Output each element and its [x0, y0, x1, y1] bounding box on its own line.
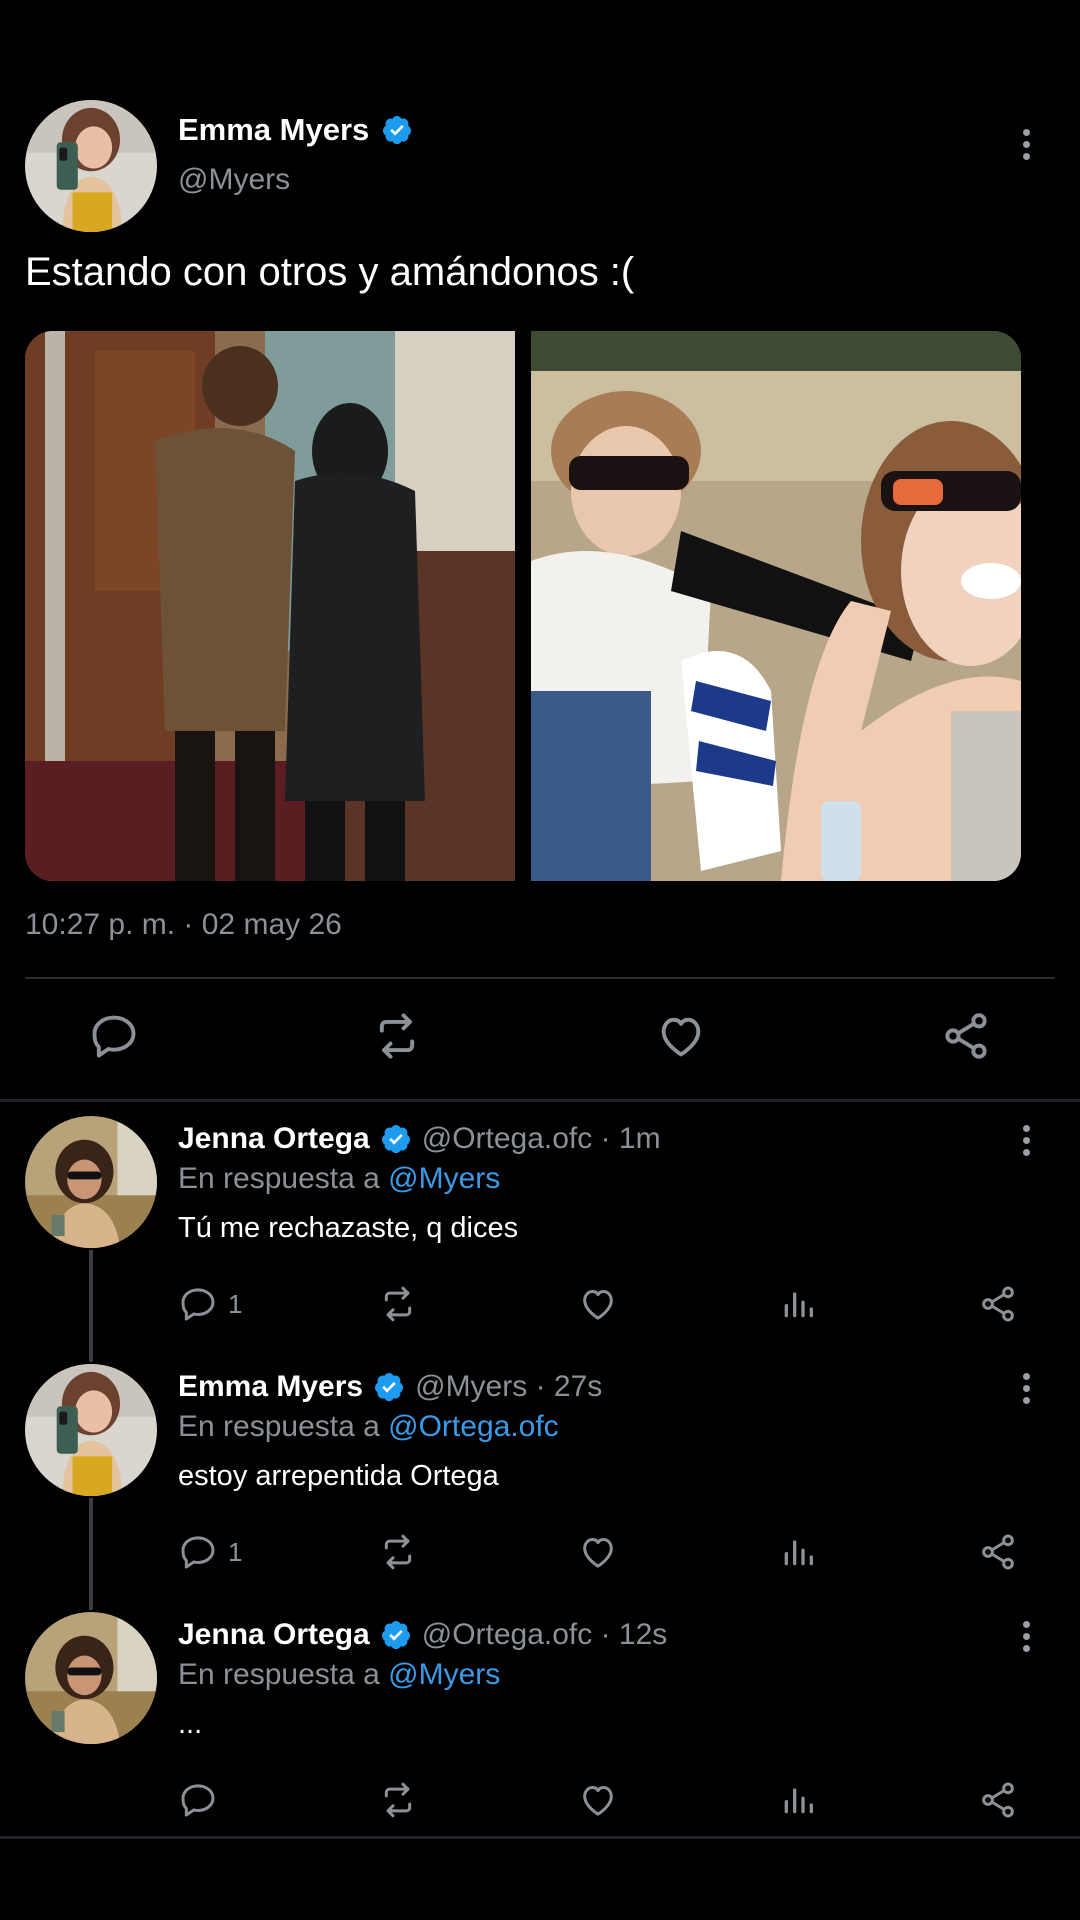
reply-meta: @Ortega.ofc · 1m: [421, 1122, 661, 1155]
views-icon: [778, 1780, 818, 1820]
reply-context: En respuesta a @Myers: [178, 1162, 500, 1196]
more-options-icon[interactable]: [1011, 1120, 1041, 1160]
tweet-text: Estando con otros y amándonos :(: [25, 250, 635, 294]
reply-button[interactable]: 1: [178, 1282, 242, 1326]
verified-badge-icon: [373, 1371, 405, 1403]
reply-meta: @Myers · 27s: [415, 1370, 603, 1403]
like-icon[interactable]: [655, 1010, 707, 1062]
reply-item[interactable]: Jenna Ortega @Ortega.ofc · 12s En respue…: [0, 1618, 1080, 1838]
avatar-selfie-icon: [25, 100, 157, 232]
share-button[interactable]: [978, 1778, 1018, 1822]
reply-header: Jenna Ortega @Ortega.ofc · 12s: [178, 1618, 667, 1652]
author-avatar[interactable]: [25, 100, 157, 232]
reply-author-name[interactable]: Jenna Ortega: [178, 1122, 370, 1156]
like-icon: [578, 1284, 618, 1324]
section-divider: [0, 1099, 1080, 1102]
verified-badge-icon: [381, 114, 413, 146]
reply-context: En respuesta a @Ortega.ofc: [178, 1410, 559, 1444]
reply-item[interactable]: Jenna Ortega @Ortega.ofc · 1m En respues…: [0, 1122, 1080, 1342]
more-options-icon[interactable]: [1011, 1616, 1041, 1656]
reply-action-bar: [0, 1778, 1080, 1824]
tweet-photo-1[interactable]: [25, 331, 515, 881]
reply-count: 1: [228, 1288, 243, 1319]
reply-context-prefix: En respuesta a: [178, 1410, 380, 1443]
more-options-icon[interactable]: [1011, 124, 1041, 164]
reply-meta: @Ortega.ofc · 12s: [421, 1618, 668, 1651]
reply-mention-link[interactable]: @Myers: [388, 1658, 500, 1691]
section-divider: [0, 1836, 1080, 1839]
divider: [25, 977, 1055, 979]
share-button[interactable]: [978, 1282, 1018, 1326]
views-icon: [778, 1532, 818, 1572]
views-button[interactable]: [778, 1530, 818, 1574]
more-options-icon[interactable]: [1011, 1368, 1041, 1408]
reply-context-prefix: En respuesta a: [178, 1658, 380, 1691]
reply-item[interactable]: Emma Myers @Myers · 27s En respuesta a @…: [0, 1370, 1080, 1590]
reply-icon: [178, 1284, 218, 1324]
like-icon: [578, 1532, 618, 1572]
reply-mention-link[interactable]: @Ortega.ofc: [388, 1410, 559, 1443]
reply-button[interactable]: [178, 1778, 228, 1822]
reply-text: ...: [178, 1708, 203, 1740]
verified-badge-icon: [380, 1123, 412, 1155]
reply-context: En respuesta a @Myers: [178, 1658, 500, 1692]
reply-header: Emma Myers @Myers · 27s: [178, 1370, 602, 1404]
share-icon: [978, 1532, 1018, 1572]
reply-action-bar: 1: [0, 1282, 1080, 1328]
reply-context-prefix: En respuesta a: [178, 1162, 380, 1195]
share-icon: [978, 1780, 1018, 1820]
reply-author-name[interactable]: Jenna Ortega: [178, 1618, 370, 1652]
reply-text: estoy arrepentida Ortega: [178, 1460, 499, 1492]
tweet-photo-2[interactable]: [531, 331, 1021, 881]
share-icon[interactable]: [940, 1010, 992, 1062]
reply-action-bar: 1: [0, 1530, 1080, 1576]
views-button[interactable]: [778, 1778, 818, 1822]
retweet-button[interactable]: [378, 1282, 418, 1326]
views-button[interactable]: [778, 1282, 818, 1326]
verified-badge-icon: [380, 1619, 412, 1651]
reply-icon: [178, 1780, 218, 1820]
retweet-icon: [378, 1284, 418, 1324]
like-icon: [578, 1780, 618, 1820]
retweet-icon[interactable]: [371, 1010, 423, 1062]
reply-author-name[interactable]: Emma Myers: [178, 1370, 363, 1404]
share-button[interactable]: [978, 1530, 1018, 1574]
like-button[interactable]: [578, 1282, 618, 1326]
retweet-icon: [378, 1780, 418, 1820]
tweet-timestamp: 10:27 p. m. · 02 may 26: [25, 908, 342, 941]
retweet-icon: [378, 1532, 418, 1572]
main-action-bar: [0, 1010, 1080, 1072]
like-button[interactable]: [578, 1530, 618, 1574]
reply-icon: [178, 1532, 218, 1572]
reply-button[interactable]: 1: [178, 1530, 242, 1574]
reply-header: Jenna Ortega @Ortega.ofc · 1m: [178, 1122, 661, 1156]
reply-count: 1: [228, 1536, 243, 1567]
views-icon: [778, 1284, 818, 1324]
author-name[interactable]: Emma Myers: [178, 112, 369, 148]
reply-mention-link[interactable]: @Myers: [388, 1162, 500, 1195]
retweet-button[interactable]: [378, 1778, 418, 1822]
reply-icon[interactable]: [88, 1010, 140, 1062]
retweet-button[interactable]: [378, 1530, 418, 1574]
author-name-row[interactable]: Emma Myers: [178, 112, 413, 148]
share-icon: [978, 1284, 1018, 1324]
author-handle[interactable]: @Myers: [178, 163, 290, 197]
reply-text: Tú me rechazaste, q dices: [178, 1212, 519, 1244]
like-button[interactable]: [578, 1778, 618, 1822]
